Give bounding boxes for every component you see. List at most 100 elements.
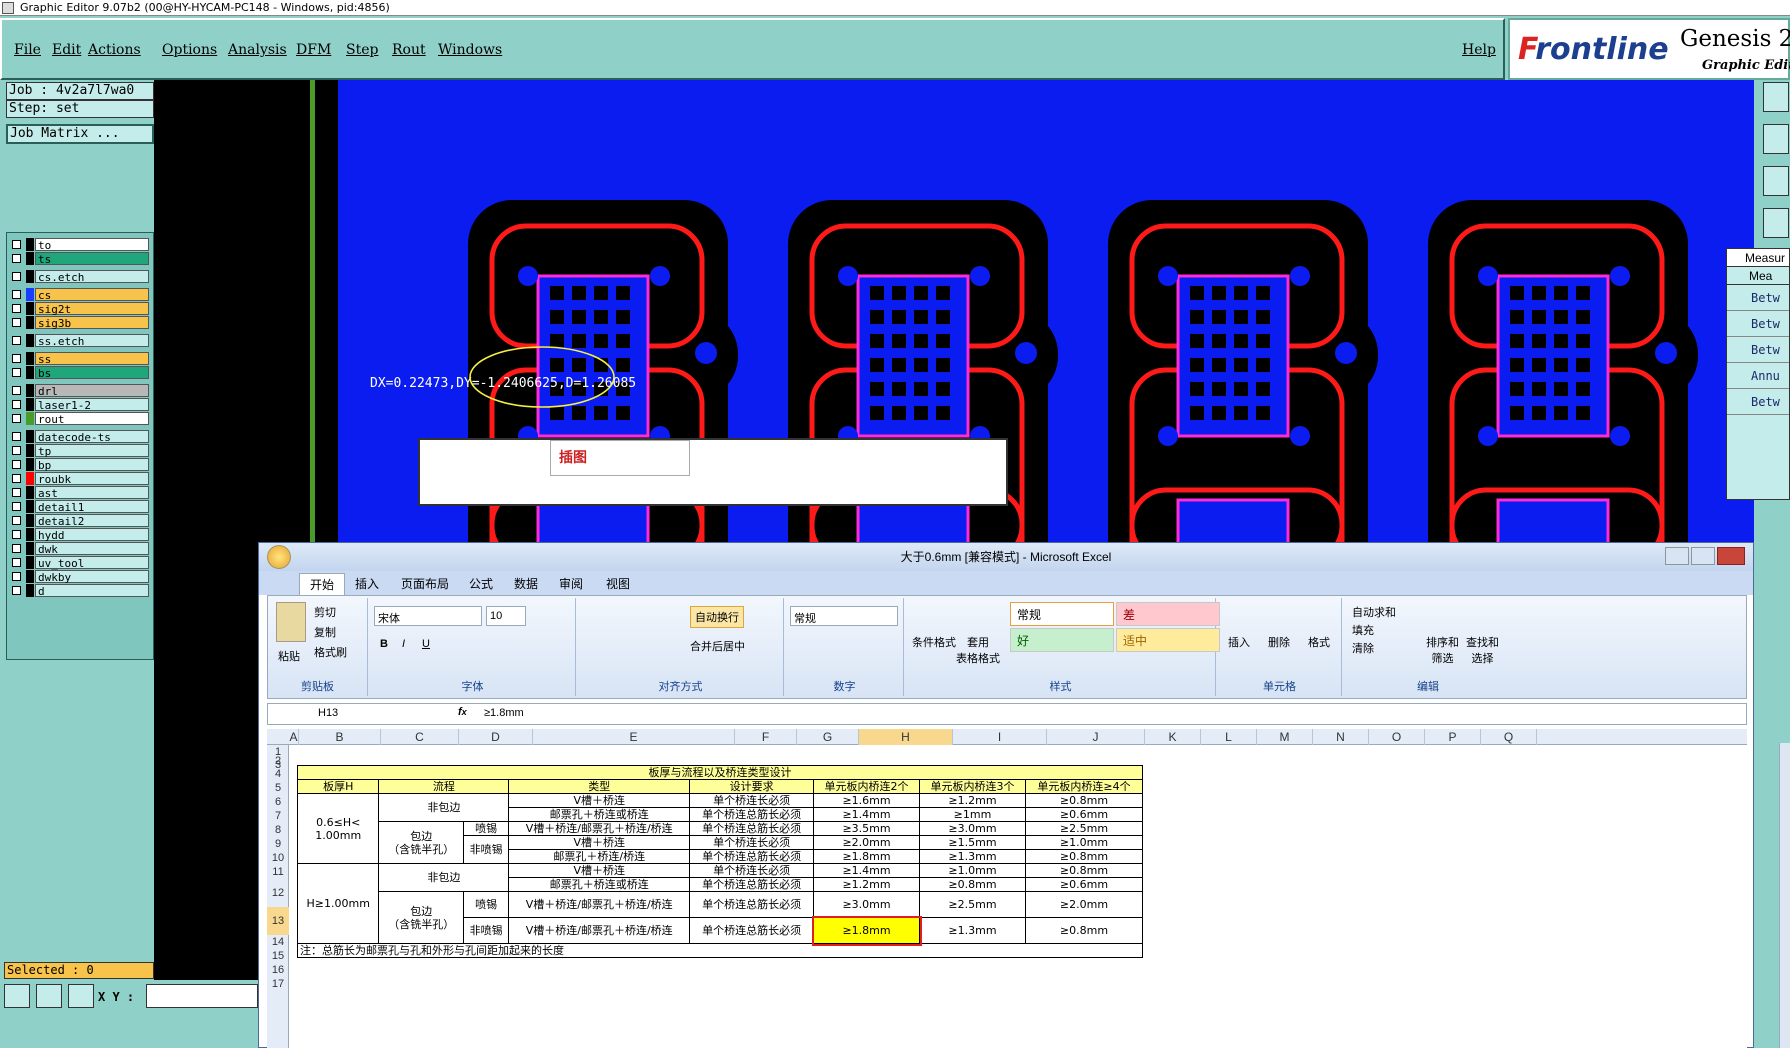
paste-icon[interactable]: [276, 602, 306, 642]
type-cell[interactable]: V槽＋桥连/邮票孔＋桥连/桥连: [508, 891, 691, 918]
maximize-button[interactable]: [1691, 547, 1715, 565]
zoom-icon[interactable]: [4, 984, 30, 1008]
type-cell[interactable]: 邮票孔＋桥连或桥连: [508, 807, 691, 822]
row-header-16[interactable]: 16: [267, 963, 289, 977]
col-header-G[interactable]: G: [797, 729, 859, 745]
fit-icon[interactable]: [1763, 166, 1789, 196]
layer-checkbox[interactable]: [12, 460, 21, 469]
value-3-cell[interactable]: ≥1mm: [919, 807, 1026, 822]
format-cells-button[interactable]: 格式: [1308, 634, 1330, 650]
process-spray[interactable]: 喷锡: [463, 891, 510, 918]
layer-cs[interactable]: cs: [9, 287, 151, 302]
layer-checkbox[interactable]: [12, 318, 21, 327]
requirement-cell[interactable]: 单个桥连长必须: [689, 863, 815, 878]
value-4-cell[interactable]: ≥2.0mm: [1025, 891, 1143, 918]
type-cell[interactable]: 邮票孔＋桥连/桥连: [508, 849, 691, 864]
layer-ss.etch[interactable]: ss.etch: [9, 333, 151, 348]
copy-button[interactable]: 复制: [314, 624, 336, 640]
layer-dwk[interactable]: dwk: [9, 541, 151, 556]
measure-mode-1[interactable]: Betw: [1727, 311, 1789, 337]
autosum-button[interactable]: 自动求和: [1352, 604, 1396, 620]
type-cell[interactable]: V槽＋桥连: [508, 863, 691, 878]
value-2-cell[interactable]: ≥1.4mm: [813, 863, 921, 878]
process-non-spray[interactable]: 非喷锡: [463, 835, 510, 864]
value-4-cell[interactable]: ≥0.8mm: [1025, 863, 1143, 878]
value-3-cell[interactable]: ≥1.5mm: [919, 835, 1026, 850]
number-format-select[interactable]: 常规: [790, 606, 898, 626]
process-wrap[interactable]: 包边 （含铣半孔）: [378, 891, 465, 944]
layer-checkbox[interactable]: [12, 290, 21, 299]
import-icon[interactable]: [1763, 124, 1789, 154]
measure-tool-icon[interactable]: [36, 984, 62, 1008]
value-2-cell[interactable]: ≥1.4mm: [813, 807, 921, 822]
measure-mode-4[interactable]: Betw: [1727, 389, 1789, 415]
process-wrap[interactable]: 包边 （含铣半孔）: [378, 821, 465, 864]
layer-checkbox[interactable]: [12, 354, 21, 363]
worksheet[interactable]: 板厚与流程以及桥连类型设计 板厚H 流程 类型 设计要求 单元板内桥连2个 单元板内桥连3个…: [289, 745, 1747, 1048]
layer-checkbox[interactable]: [12, 386, 21, 395]
paste-label[interactable]: 粘贴: [278, 648, 300, 664]
find-select-button[interactable]: 查找和 选择: [1466, 634, 1499, 666]
layer-checkbox[interactable]: [12, 558, 21, 567]
type-cell[interactable]: V槽＋桥连: [508, 835, 691, 850]
font-size-select[interactable]: 10: [486, 606, 526, 626]
measure-mode-2[interactable]: Betw: [1727, 337, 1789, 363]
layer-cs.etch[interactable]: cs.etch: [9, 269, 151, 284]
measure-mode-0[interactable]: Betw: [1727, 285, 1789, 311]
col-header-B[interactable]: B: [299, 729, 381, 745]
menu-step[interactable]: Step: [346, 42, 378, 58]
value-4-cell[interactable]: ≥1.0mm: [1025, 835, 1143, 850]
ribbon-tab-1[interactable]: 插入: [355, 575, 379, 592]
menu-windows[interactable]: Windows: [438, 42, 502, 58]
type-cell[interactable]: V槽＋桥连/邮票孔＋桥连/桥连: [508, 917, 691, 944]
layer-uv_tool[interactable]: uv_tool: [9, 555, 151, 570]
layer-d[interactable]: d: [9, 583, 151, 598]
col-header-L[interactable]: L: [1201, 729, 1257, 745]
format-as-table-button[interactable]: 套用 表格格式: [956, 634, 1000, 666]
layer-checkbox[interactable]: [12, 336, 21, 345]
process-non-spray[interactable]: 非喷锡: [463, 917, 510, 944]
layer-dwkby[interactable]: dwkby: [9, 569, 151, 584]
requirement-cell[interactable]: 单个桥连总筋长必须: [689, 877, 815, 892]
menu-actions[interactable]: Actions: [88, 42, 141, 58]
font-name-select[interactable]: 宋体: [374, 606, 482, 626]
col-header-N[interactable]: N: [1313, 729, 1369, 745]
value-2-cell[interactable]: ≥3.5mm: [813, 821, 921, 836]
office-button[interactable]: [267, 545, 291, 569]
cut-button[interactable]: 剪切: [314, 604, 336, 620]
value-3-cell[interactable]: ≥0.8mm: [919, 877, 1026, 892]
type-cell[interactable]: 邮票孔＋桥连或桥连: [508, 877, 691, 892]
requirement-cell[interactable]: 单个桥连长必须: [689, 793, 815, 808]
requirement-cell[interactable]: 单个桥连长必须: [689, 835, 815, 850]
minimize-button[interactable]: [1665, 547, 1689, 565]
menu-file[interactable]: File: [14, 42, 41, 58]
col-header-M[interactable]: M: [1257, 729, 1313, 745]
ribbon-tab-3[interactable]: 公式: [469, 575, 493, 592]
layer-bs[interactable]: bs: [9, 365, 151, 380]
header-3[interactable]: 设计要求: [689, 779, 815, 794]
value-3-cell[interactable]: ≥1.0mm: [919, 863, 1026, 878]
snapshot-icon[interactable]: [1763, 208, 1789, 238]
italic-button[interactable]: I: [402, 638, 405, 650]
clear-button[interactable]: 清除: [1352, 640, 1374, 656]
row-header-7[interactable]: 7: [267, 809, 289, 823]
layer-roubk[interactable]: roubk: [9, 471, 151, 486]
row-header-9[interactable]: 9: [267, 837, 289, 851]
col-header-P[interactable]: P: [1425, 729, 1481, 745]
layer-checkbox[interactable]: [12, 304, 21, 313]
row-header-15[interactable]: 15: [267, 949, 289, 963]
col-header-D[interactable]: D: [459, 729, 533, 745]
style-neutral[interactable]: 适中: [1116, 628, 1220, 652]
row-header-13[interactable]: 13: [267, 907, 289, 935]
row-header-11[interactable]: 11: [267, 865, 289, 879]
inserted-image-frame[interactable]: [418, 438, 1008, 506]
header-thickness[interactable]: 板厚H: [296, 779, 380, 794]
row-header-14[interactable]: 14: [267, 935, 289, 949]
layer-rout[interactable]: rout: [9, 411, 151, 426]
layer-checkbox[interactable]: [12, 432, 21, 441]
export-icon[interactable]: [1763, 82, 1789, 112]
ribbon-tab-5[interactable]: 审阅: [559, 575, 583, 592]
col-header-Q[interactable]: Q: [1481, 729, 1537, 745]
header-2[interactable]: 类型: [508, 779, 691, 794]
layer-detail2[interactable]: detail2: [9, 513, 151, 528]
